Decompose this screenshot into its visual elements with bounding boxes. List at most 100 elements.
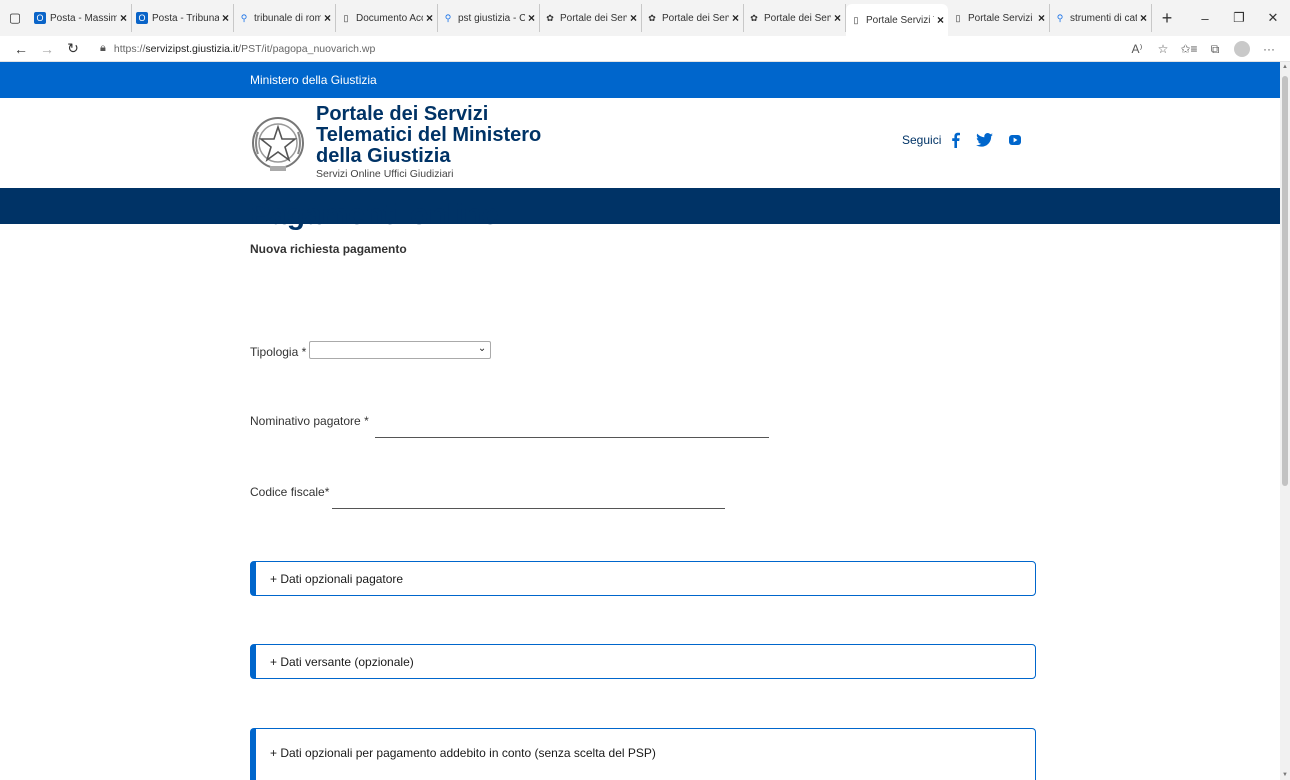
page-title: Pagamenti online <box>250 198 499 231</box>
forward-icon[interactable]: → <box>34 41 60 57</box>
accordion-dati-versante[interactable]: + Dati versante (opzionale) <box>250 644 1036 679</box>
tab-label: Documento Accessibile <box>356 12 423 24</box>
tipologia-label: Tipologia * <box>250 345 307 359</box>
more-icon[interactable]: ··· <box>1256 42 1282 56</box>
close-tab-icon[interactable]: × <box>324 11 331 25</box>
browser-tab[interactable]: ▯ Portale Servizi Telematici× <box>948 4 1050 32</box>
browser-tab[interactable]: ▯ Documento Accessibile× <box>336 4 438 32</box>
close-tab-icon[interactable]: × <box>120 11 127 25</box>
close-tab-icon[interactable]: × <box>630 11 637 25</box>
browser-tab[interactable]: ⚲ pst giustizia - Cerca× <box>438 4 540 32</box>
outlook-icon: O <box>136 12 148 24</box>
codice-fiscale-input[interactable] <box>332 491 726 509</box>
close-tab-icon[interactable]: × <box>1038 11 1045 25</box>
tipologia-select[interactable]: ⌄ <box>309 341 492 359</box>
nominativo-input[interactable] <box>374 420 769 438</box>
site-header: Portale dei Servizi Telematici del Minis… <box>0 98 1280 188</box>
document-icon: ▯ <box>955 12 961 23</box>
minimize-icon[interactable]: – <box>1188 11 1222 26</box>
search-icon: ⚲ <box>240 12 248 23</box>
browser-tab[interactable]: ⚲ strumenti di catalogazione× <box>1050 4 1152 32</box>
search-icon: ⚲ <box>444 12 452 23</box>
page-scrollbar[interactable]: ▲ ▼ <box>1280 62 1290 780</box>
address-bar: ← → ↻ 🔒︎ https://servizipst.giustizia.it… <box>0 36 1290 62</box>
browser-tab[interactable]: O Posta - Massimo× <box>30 4 132 32</box>
tab-label: Posta - Massimo <box>50 12 117 24</box>
close-tab-icon[interactable]: × <box>834 11 841 25</box>
add-favorite-icon[interactable]: ☆ <box>1150 42 1176 56</box>
accordion-dati-pagatore[interactable]: + Dati opzionali pagatore <box>250 561 1036 596</box>
browser-tab-active[interactable]: ▯ Portale Servizi Telematici× <box>846 4 948 36</box>
lock-icon[interactable]: 🔒︎ <box>100 42 106 55</box>
nominativo-label: Nominativo pagatore * <box>250 414 369 428</box>
window-controls: – ❐ ✕ <box>1188 0 1290 36</box>
scrollbar-thumb[interactable] <box>1282 76 1288 486</box>
main-content: Pagamenti online Nuova richiesta pagamen… <box>250 198 498 256</box>
codice-fiscale-label: Codice fiscale* <box>250 485 330 499</box>
close-tab-icon[interactable]: × <box>732 11 739 25</box>
url-path: /PST/it/pagopa_nuovarich.wp <box>238 42 376 55</box>
close-tab-icon[interactable]: × <box>937 13 944 27</box>
site-subtitle: Servizi Online Uffici Giudiziari <box>316 168 454 180</box>
brand-block[interactable]: Portale dei Servizi Telematici del Minis… <box>316 103 566 181</box>
outlook-icon: O <box>34 12 46 24</box>
document-icon: ▯ <box>343 12 349 23</box>
document-icon: ▯ <box>853 14 859 25</box>
browser-tab[interactable]: ⚲ tribunale di roma× <box>234 4 336 32</box>
youtube-icon[interactable] <box>1009 135 1022 145</box>
tab-label: strumenti di catalogazione <box>1070 12 1137 24</box>
accordion-addebito-conto[interactable]: + Dati opzionali per pagamento addebito … <box>250 728 1036 780</box>
url-host: servizipst.giustizia.it <box>145 42 239 55</box>
favorites-icon[interactable]: ✩≡ <box>1176 42 1202 56</box>
tab-label: tribunale di roma <box>254 12 321 24</box>
tab-label: Portale Servizi Telematici <box>968 12 1035 24</box>
tipologia-row: Tipologia * ⌄ <box>250 341 492 359</box>
new-tab-icon[interactable]: + <box>1152 8 1182 29</box>
profile-avatar[interactable] <box>1234 41 1250 57</box>
emblem-icon: ✿ <box>546 12 554 23</box>
ministry-link[interactable]: Ministero della Giustizia <box>250 73 377 87</box>
social-links: Seguici <box>902 132 1037 148</box>
close-window-icon[interactable]: ✕ <box>1256 10 1290 26</box>
emblem-icon: ✿ <box>750 12 758 23</box>
ministry-topbar: Ministero della Giustizia <box>0 62 1280 98</box>
nominativo-row: Nominativo pagatore * <box>250 414 769 438</box>
browser-tab[interactable]: O Posta - Tribunale× <box>132 4 234 32</box>
social-label: Seguici <box>902 133 942 147</box>
accordion-label: + Dati opzionali per pagamento addebito … <box>270 746 656 760</box>
close-tab-icon[interactable]: × <box>528 11 535 25</box>
close-tab-icon[interactable]: × <box>426 11 433 25</box>
republic-emblem-icon[interactable] <box>250 110 306 176</box>
read-aloud-icon[interactable]: A⁾ <box>1124 42 1150 56</box>
tab-label: Portale dei Servizi <box>560 12 627 24</box>
workspaces-icon[interactable]: ▢ <box>0 0 30 36</box>
emblem-icon: ✿ <box>648 12 656 23</box>
page-subtitle: Nuova richiesta pagamento <box>250 242 407 256</box>
refresh-icon[interactable]: ↻ <box>60 40 86 57</box>
restore-icon[interactable]: ❐ <box>1222 10 1256 26</box>
accordion-label: + Dati opzionali pagatore <box>270 571 404 586</box>
scroll-down-icon[interactable]: ▼ <box>1280 772 1290 778</box>
browser-tab[interactable]: ✿ Portale dei Servizi× <box>642 4 744 32</box>
browser-tab[interactable]: ✿ Portale dei Servizi× <box>540 4 642 32</box>
close-tab-icon[interactable]: × <box>222 11 229 25</box>
tab-label: Portale dei Servizi <box>764 12 831 24</box>
tab-strip: OPosta - Massimo× OPosta - Tribunale× ⚲t… <box>30 0 1182 36</box>
url-field[interactable]: 🔒︎ https://servizipst.giustizia.it/PST/i… <box>100 42 375 55</box>
tab-label: Portale dei Servizi <box>662 12 729 24</box>
codice-fiscale-row: Codice fiscale* <box>250 485 726 509</box>
twitter-icon[interactable] <box>976 133 994 147</box>
browser-tab[interactable]: ✿ Portale dei Servizi× <box>744 4 846 32</box>
site-title: Portale dei Servizi Telematici del Minis… <box>316 103 542 167</box>
close-tab-icon[interactable]: × <box>1140 11 1147 25</box>
scroll-up-icon[interactable]: ▲ <box>1280 64 1290 70</box>
chevron-down-icon: ⌄ <box>477 343 487 354</box>
back-icon[interactable]: ← <box>8 41 34 57</box>
toolbar-icons: A⁾ ☆ ✩≡ ⧉ ··· <box>1124 36 1282 62</box>
facebook-icon[interactable] <box>951 132 961 148</box>
tab-label: Portale Servizi Telematici <box>866 14 934 26</box>
url-prefix: https:// <box>113 42 146 55</box>
collections-icon[interactable]: ⧉ <box>1202 42 1228 57</box>
tab-label: Posta - Tribunale <box>152 12 219 24</box>
tab-label: pst giustizia - Cerca <box>458 12 525 24</box>
